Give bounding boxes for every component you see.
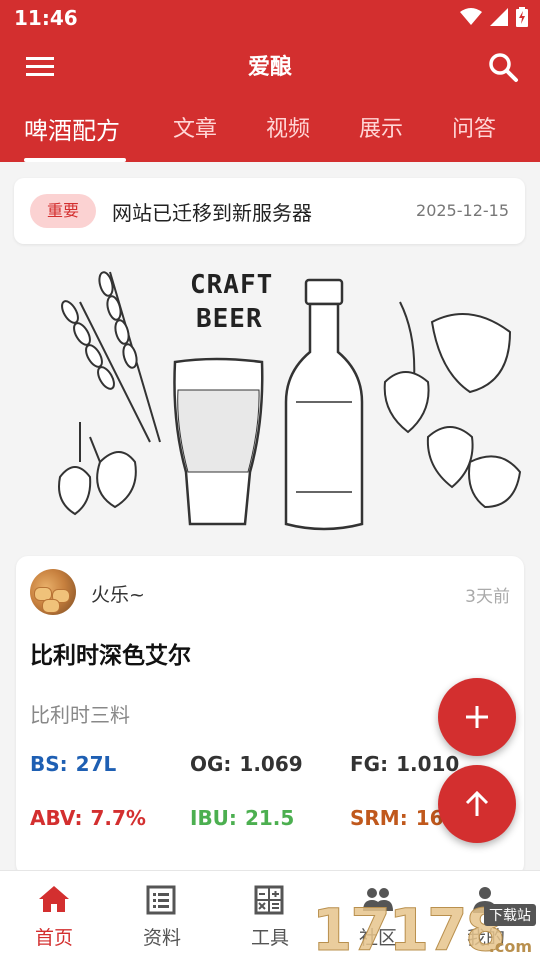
status-bar: 11:46 (0, 0, 540, 36)
search-icon[interactable] (486, 50, 520, 84)
home-icon (39, 886, 69, 912)
author-name[interactable]: 火乐~ (91, 580, 145, 607)
wifi-icon (460, 8, 482, 25)
notice-text: 网站已迁移到新服务器 (112, 201, 312, 225)
craft-beer-banner[interactable]: CRAFT BEER (40, 262, 530, 544)
banner-illustration (58, 271, 522, 531)
calculator-icon (254, 885, 284, 915)
list-icon (146, 885, 176, 915)
notice-date: 2025-12-15 (416, 201, 509, 220)
tab-articles[interactable]: 文章 (173, 111, 217, 143)
stat-og: OG: 1.069 (190, 752, 303, 776)
site-watermark: 17178 下载站 .com (312, 896, 540, 960)
stat-abv: ABV: 7.7% (30, 806, 146, 830)
recipe-description: 比利时三料 (30, 703, 130, 727)
stat-fg: FG: 1.010 (350, 752, 460, 776)
nav-resources[interactable]: 资料 (108, 871, 216, 960)
recipe-title: 比利时深色艾尔 (30, 643, 191, 669)
arrow-up-icon (465, 790, 489, 816)
craft-beer-text: CRAFT BEER (190, 270, 274, 334)
stat-bs: BS: 27L (30, 752, 117, 776)
status-time: 11:46 (14, 6, 78, 30)
status-icons (460, 7, 528, 27)
important-badge: 重要 (30, 194, 96, 228)
plus-icon (466, 706, 488, 728)
signal-icon (490, 8, 508, 26)
tab-videos[interactable]: 视频 (266, 111, 310, 143)
category-tabs: 啤酒配方 文章 视频 展示 问答 (0, 96, 540, 162)
post-time: 3天前 (465, 587, 510, 607)
app-title: 爱酿 (247, 55, 292, 80)
app-bar: 爱酿 (0, 36, 540, 96)
battery-icon (516, 7, 528, 27)
nav-home[interactable]: 首页 (0, 871, 108, 960)
tab-showcase[interactable]: 展示 (359, 111, 403, 143)
tab-indicator (24, 158, 126, 162)
notice-card[interactable]: 重要 网站已迁移到新服务器 2025-12-15 (14, 178, 525, 244)
stat-ibu: IBU: 21.5 (190, 806, 295, 830)
tab-qa[interactable]: 问答 (452, 111, 496, 143)
add-recipe-button[interactable] (438, 678, 516, 756)
scroll-to-top-button[interactable] (438, 765, 516, 843)
nav-tools[interactable]: 工具 (216, 871, 324, 960)
avatar[interactable] (30, 569, 76, 615)
tab-beer-recipes[interactable]: 啤酒配方 (24, 111, 120, 146)
